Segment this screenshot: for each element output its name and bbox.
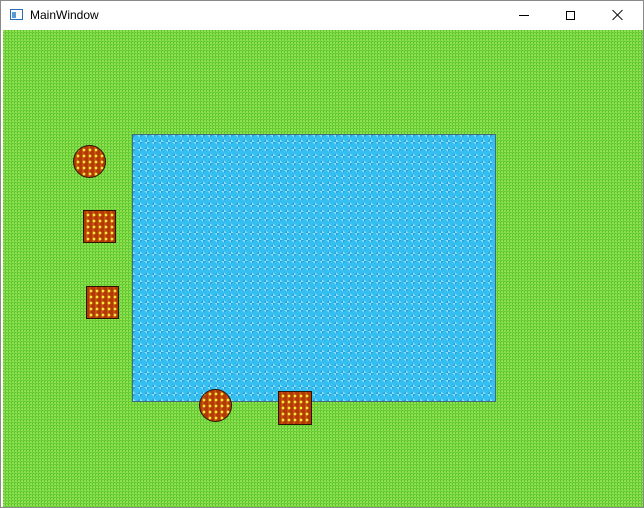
square-token[interactable] [86,286,119,319]
water-pool [132,134,496,402]
title-bar[interactable]: MainWindow [1,1,643,29]
maximize-button[interactable] [547,1,593,29]
close-button[interactable] [593,1,643,29]
circle-token[interactable] [73,145,106,178]
minimize-icon [519,14,529,16]
circle-token[interactable] [199,389,232,422]
main-window: MainWindow [0,0,644,508]
close-icon [612,9,624,21]
app-window-icon [10,9,23,20]
window-title: MainWindow [30,8,99,22]
minimize-button[interactable] [501,1,547,29]
square-token[interactable] [278,391,312,425]
game-canvas[interactable] [3,30,643,507]
maximize-icon [565,10,575,20]
square-token[interactable] [83,210,116,243]
